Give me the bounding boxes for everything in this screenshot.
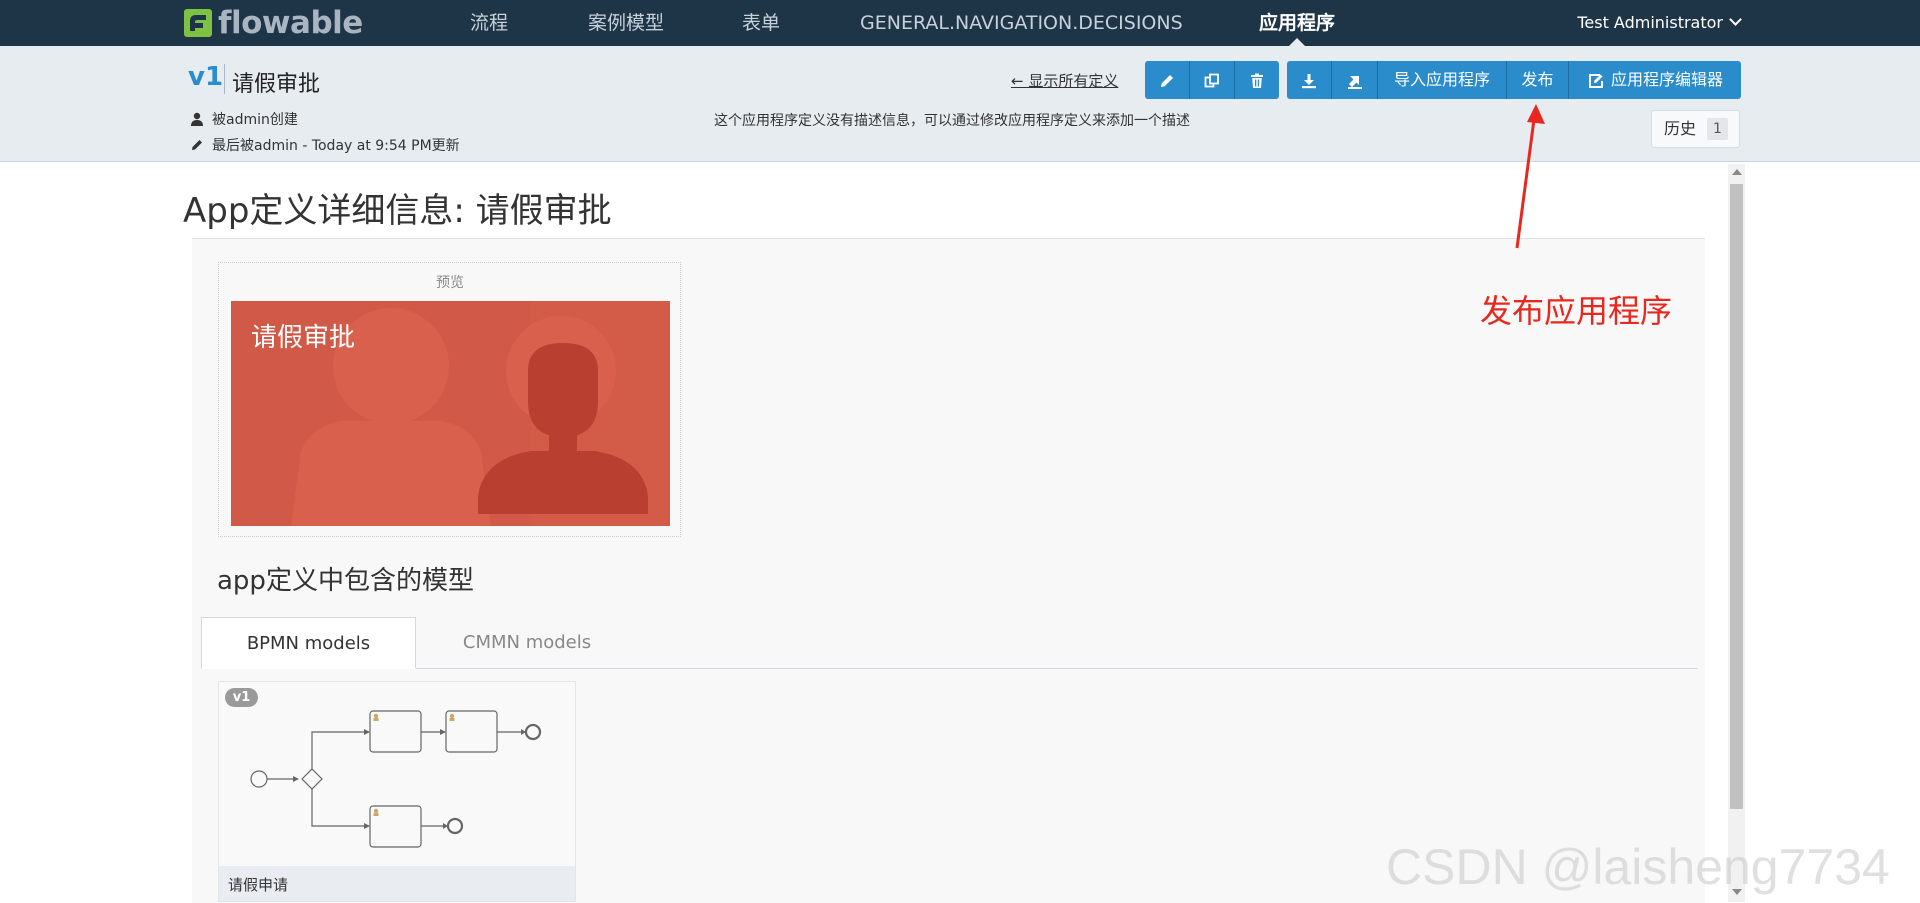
tab-bpmn-models[interactable]: BPMN models (201, 617, 416, 669)
export-bar-button[interactable] (1331, 61, 1377, 99)
edit-button[interactable] (1145, 61, 1189, 99)
bpmn-diagram-thumbnail (250, 710, 542, 848)
show-all-definitions-link[interactable]: ← 显示所有定义 (1011, 70, 1118, 91)
app-description: 这个应用程序定义没有描述信息，可以通过修改应用程序定义来添加一个描述 (714, 113, 1190, 129)
export-icon (1347, 75, 1362, 89)
history-count: 1 (1707, 118, 1728, 140)
watermark: CSDN @laisheng7734 (1386, 839, 1890, 895)
publish-button[interactable]: 发布 (1506, 61, 1568, 99)
history-button[interactable]: 历史 1 (1651, 110, 1740, 148)
nav-processes[interactable]: 流程 (470, 0, 508, 46)
app-editor-button[interactable]: 应用程序编辑器 (1568, 61, 1741, 99)
updated-text: 最后被admin - Today at 9:54 PM更新 (212, 138, 460, 154)
divider (224, 64, 225, 94)
app-tile-title: 请假审批 (251, 323, 356, 353)
pencil-icon (192, 140, 202, 150)
models-heading: app定义中包含的模型 (217, 566, 474, 596)
download-icon (1302, 73, 1316, 88)
model-name: 请假申请 (228, 876, 289, 894)
app-tile: 请假审批 (231, 301, 670, 526)
annotation-text: 发布应用程序 (1480, 292, 1673, 330)
chevron-down-icon (1729, 13, 1742, 26)
tab-cmmn-models[interactable]: CMMN models (416, 617, 638, 669)
page-title: App定义详细信息: 请假审批 (183, 191, 612, 231)
trash-icon (1251, 73, 1263, 88)
delete-button[interactable] (1234, 61, 1279, 99)
created-by-line: 被admin创建 (190, 109, 298, 129)
edit-square-icon (1588, 73, 1603, 88)
nav-forms[interactable]: 表单 (742, 0, 780, 46)
pencil-icon (1161, 74, 1173, 87)
annotation-arrow-icon (1515, 104, 1545, 249)
logo-text: flowable (218, 5, 363, 41)
history-label: 历史 (1664, 119, 1697, 138)
import-app-button[interactable]: 导入应用程序 (1377, 61, 1506, 99)
vertical-scrollbar[interactable] (1728, 164, 1745, 902)
scrollbar-thumb[interactable] (1730, 184, 1743, 809)
model-card[interactable]: v1 请假申请 (218, 681, 576, 902)
top-navbar: flowable 流程 案例模型 表单 GENERAL.NAVIGATION.D… (0, 0, 1920, 46)
user-icon (191, 112, 203, 126)
nav-decisions[interactable]: GENERAL.NAVIGATION.DECISIONS (860, 0, 1183, 46)
created-by-text: 被admin创建 (212, 112, 298, 128)
download-button[interactable] (1287, 61, 1331, 99)
preview-label: 预览 (436, 275, 464, 291)
flowable-logo-icon (184, 9, 212, 37)
version-label: v1 (188, 62, 224, 92)
flowable-logo[interactable]: flowable (184, 6, 363, 40)
nav-case-models[interactable]: 案例模型 (588, 0, 664, 46)
active-nav-indicator (1289, 38, 1305, 46)
user-menu[interactable]: Test Administrator (1577, 0, 1742, 46)
scroll-up-arrow-icon[interactable] (1732, 169, 1742, 175)
app-editor-label: 应用程序编辑器 (1610, 70, 1723, 89)
app-name: 请假审批 (232, 72, 321, 97)
user-name: Test Administrator (1577, 13, 1723, 32)
copy-icon (1204, 73, 1219, 87)
duplicate-button[interactable] (1189, 61, 1234, 99)
updated-line: 最后被admin - Today at 9:54 PM更新 (190, 135, 460, 155)
